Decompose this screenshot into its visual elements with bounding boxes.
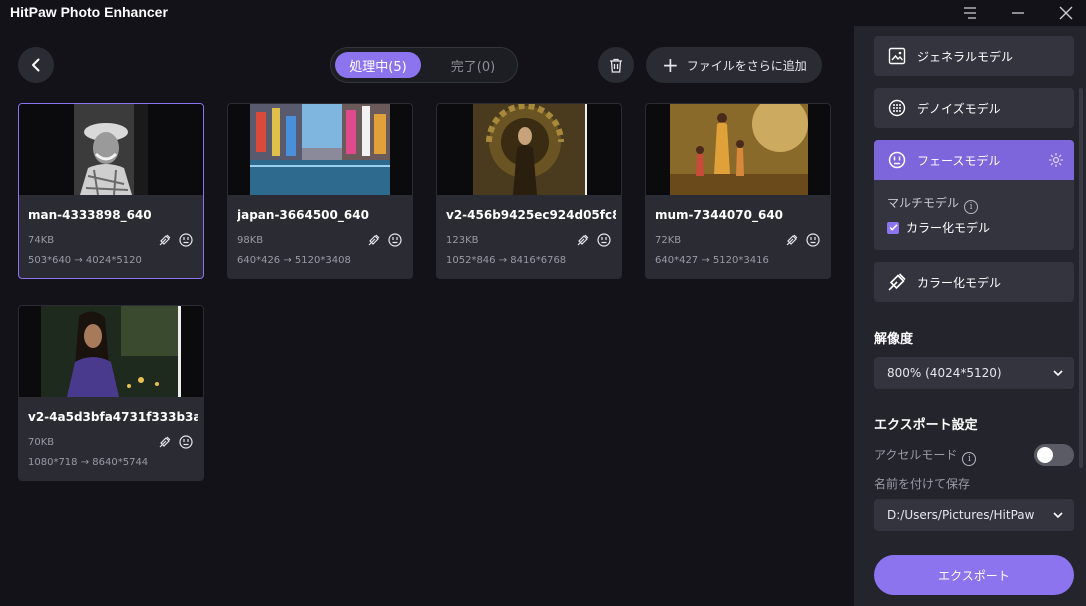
multi-model-label: マルチモデル i	[887, 194, 979, 214]
back-icon	[32, 58, 40, 72]
face-model-group: フェースモデル マルチモデル i カラー化モデル	[874, 140, 1074, 250]
file-size: 123KB	[446, 235, 479, 246]
denoise-model-label: デノイズモデル	[917, 101, 1001, 116]
app-title: HitPaw Photo Enhancer	[10, 4, 168, 20]
image-icon	[887, 46, 907, 66]
file-name: man-4333898_640	[28, 208, 152, 222]
export-button[interactable]: エクスポート	[874, 555, 1074, 595]
colorize-checkbox[interactable]: カラー化モデル	[887, 219, 990, 236]
check-icon[interactable]	[887, 221, 899, 234]
resolution-select[interactable]: 800% (4024*5120)	[874, 357, 1074, 389]
tab-done[interactable]: 完了(0)	[431, 52, 515, 78]
trash-icon	[610, 58, 622, 73]
face-icon	[387, 232, 403, 248]
save-path-select[interactable]: D:/Users/Pictures/HitPaw	[874, 499, 1074, 531]
face-icon	[887, 150, 907, 170]
colorize-checkbox-label: カラー化モデル	[906, 221, 991, 235]
title-bar: HitPaw Photo Enhancer	[0, 0, 1086, 26]
info-icon[interactable]: i	[964, 200, 979, 214]
add-files-button[interactable]: + ファイルをさらに追加	[646, 47, 822, 83]
general-model-label: ジェネラルモデル	[917, 49, 1014, 64]
file-dimensions: 1080*718 → 8640*5744	[28, 457, 149, 468]
colorize-model-button[interactable]: カラー化モデル	[874, 262, 1074, 302]
save-path-value: D:/Users/Pictures/HitPaw	[887, 508, 1035, 522]
tab-processing[interactable]: 処理中(5)	[335, 52, 421, 78]
image-card[interactable]: man-4333898_640 74KB 503*640 → 4024*5120	[18, 103, 204, 279]
portrait-man-image	[74, 104, 148, 195]
file-name: japan-3664500_640	[237, 208, 369, 222]
file-size: 72KB	[655, 235, 682, 246]
multi-model-text: マルチモデル	[887, 196, 960, 210]
colorize-icon	[157, 232, 173, 248]
panel-scrollbar[interactable]	[1079, 88, 1083, 468]
settings-panel: ジェネラルモデル デノイズモデル フェースモデル マルチモデル i カラー化モデル	[854, 26, 1086, 606]
export-settings-title: エクスポート設定	[874, 418, 978, 433]
resolution-title: 解像度	[874, 332, 914, 347]
toggle-knob	[1037, 447, 1053, 463]
close-icon[interactable]	[1046, 0, 1086, 26]
main-area: 処理中(5) 完了(0) + ファイルをさらに追加 man-4333898_64…	[0, 26, 854, 606]
thumbnail	[437, 104, 621, 195]
osaka-canal-image	[250, 104, 390, 195]
woman-night-image	[41, 306, 181, 397]
steampunk-portrait-image	[473, 104, 587, 195]
file-size: 74KB	[28, 235, 55, 246]
file-dimensions: 503*640 → 4024*5120	[28, 255, 142, 266]
minimize-icon[interactable]	[998, 0, 1038, 26]
colorize-icon	[366, 232, 382, 248]
save-as-label: 名前を付けて保存	[874, 477, 971, 491]
face-icon	[178, 232, 194, 248]
accel-mode-text: アクセルモード	[874, 448, 958, 462]
face-icon	[178, 434, 194, 450]
file-dimensions: 640*427 → 5120*3416	[655, 255, 769, 266]
denoise-icon	[887, 98, 907, 118]
colorize-icon	[575, 232, 591, 248]
face-icon	[805, 232, 821, 248]
file-size: 70KB	[28, 437, 55, 448]
colorize-icon	[784, 232, 800, 248]
file-name: mum-7344070_640	[655, 208, 784, 222]
menu-icon[interactable]	[950, 0, 990, 26]
info-icon[interactable]: i	[962, 452, 977, 466]
chevron-down-icon	[1053, 512, 1063, 519]
general-model-button[interactable]: ジェネラルモデル	[874, 36, 1074, 76]
face-model-label: フェースモデル	[917, 153, 1001, 168]
colorize-icon	[887, 272, 907, 292]
denoise-model-button[interactable]: デノイズモデル	[874, 88, 1074, 128]
accel-mode-toggle[interactable]	[1034, 444, 1074, 466]
chevron-down-icon	[1053, 370, 1063, 377]
image-card[interactable]: mum-7344070_640 72KB 640*427 → 5120*3416	[645, 103, 831, 279]
thumbnail	[228, 104, 412, 195]
delete-all-button[interactable]	[598, 47, 634, 83]
file-size: 98KB	[237, 235, 264, 246]
file-name: v2-4a5d3bfa4731f333b3a...	[28, 410, 198, 424]
back-button[interactable]	[18, 47, 54, 83]
add-files-label: ファイルをさらに追加	[686, 58, 807, 73]
settings-icon[interactable]	[1048, 152, 1064, 168]
resolution-value: 800% (4024*5120)	[887, 366, 1002, 380]
image-card[interactable]: v2-4a5d3bfa4731f333b3a... 70KB 1080*718 …	[18, 305, 204, 481]
face-model-button[interactable]: フェースモデル	[874, 140, 1074, 180]
image-card[interactable]: v2-456b9425ec924d05fc8... 123KB 1052*846…	[436, 103, 622, 279]
colorize-icon	[157, 434, 173, 450]
mother-children-image	[670, 104, 808, 195]
thumbnail	[646, 104, 830, 195]
thumbnail	[19, 306, 203, 397]
file-dimensions: 1052*846 → 8416*6768	[446, 255, 567, 266]
file-name: v2-456b9425ec924d05fc8...	[446, 208, 616, 222]
file-dimensions: 640*426 → 5120*3408	[237, 255, 351, 266]
image-card[interactable]: japan-3664500_640 98KB 640*426 → 5120*34…	[227, 103, 413, 279]
face-icon	[596, 232, 612, 248]
colorize-model-label: カラー化モデル	[917, 275, 1002, 290]
status-tabs: 処理中(5) 完了(0)	[330, 47, 518, 83]
accel-mode-label: アクセルモード i	[874, 446, 977, 466]
plus-icon: +	[662, 53, 679, 77]
thumbnail	[19, 104, 203, 195]
